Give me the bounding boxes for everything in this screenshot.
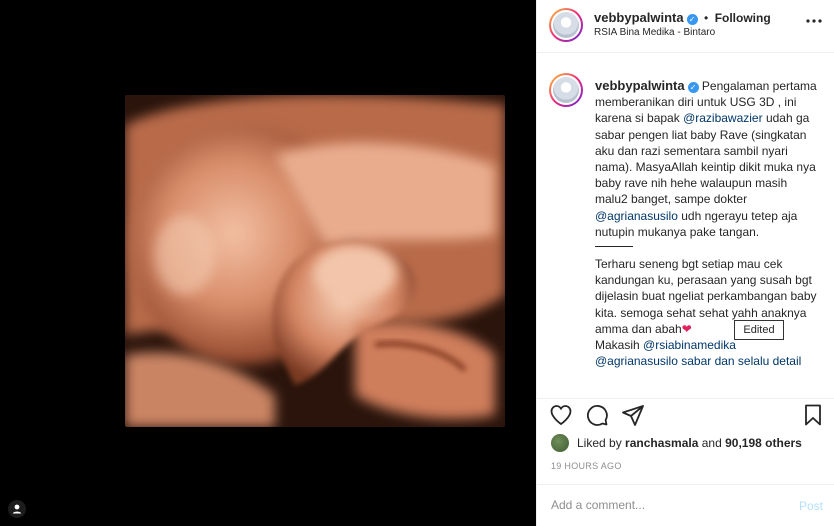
caption-username[interactable]: vebbypalwinta — [595, 78, 685, 93]
caption-area: vebbypalwinta ✓ Pengalaman pertama member… — [537, 70, 834, 388]
likes-prefix: Liked by — [577, 436, 626, 450]
mention-razibawazier[interactable]: @razibawazier — [683, 111, 763, 125]
post-media[interactable] — [0, 0, 536, 526]
author-username[interactable]: vebbypalwinta — [594, 10, 684, 25]
ultrasound-photo — [125, 95, 505, 427]
heart-emoji: ❤ — [681, 321, 692, 336]
verified-badge-icon: ✓ — [686, 14, 698, 25]
comment-icon[interactable] — [585, 403, 609, 427]
comment-bar: Post — [537, 484, 834, 526]
caption-thanks: Makasih — [595, 338, 644, 353]
caption-avatar[interactable] — [549, 73, 583, 107]
post-location[interactable]: RSIA Bina Medika - Bintaro — [594, 27, 715, 38]
mention-agrianasusilo[interactable]: @agrianasusilo — [595, 209, 678, 223]
post-comment-button[interactable]: Post — [799, 499, 823, 513]
caption-text: vebbypalwinta ✓ Pengalaman pertama member… — [595, 78, 823, 369]
header-separator: • — [704, 11, 709, 25]
heart-icon[interactable] — [549, 403, 573, 427]
comment-input[interactable] — [551, 498, 781, 512]
caption-verified-icon: ✓ — [687, 82, 699, 93]
bookmark-icon[interactable] — [801, 403, 825, 427]
caption-divider — [595, 246, 633, 248]
author-avatar[interactable] — [549, 8, 583, 42]
liker-avatar[interactable] — [551, 434, 569, 452]
post-header: vebbypalwinta ✓ • Following RSIA Bina Med… — [537, 0, 834, 53]
mention-agrianasusilo-2[interactable]: @agrianasusilo sabar dan selalu detail — [595, 354, 801, 368]
post-panel: vebbypalwinta ✓ • Following RSIA Bina Med… — [536, 0, 834, 526]
share-icon[interactable] — [621, 403, 645, 427]
post-timestamp[interactable]: 19 hours ago — [551, 461, 622, 471]
user-tag-icon[interactable] — [8, 500, 26, 518]
edited-tooltip: Edited — [734, 320, 784, 340]
more-horizontal-icon[interactable] — [805, 18, 823, 24]
mention-rsiabinamedika[interactable]: @rsiabinamedika — [643, 338, 736, 352]
likes-count[interactable]: 90,198 others — [725, 436, 802, 450]
likes-middle: and — [698, 436, 726, 450]
caption-body-2: udah ga sabar pengen liat baby Rave (sin… — [595, 111, 816, 207]
action-bar — [537, 398, 834, 428]
following-button[interactable]: Following — [715, 11, 771, 25]
liker-username[interactable]: ranchasmala — [625, 436, 698, 450]
